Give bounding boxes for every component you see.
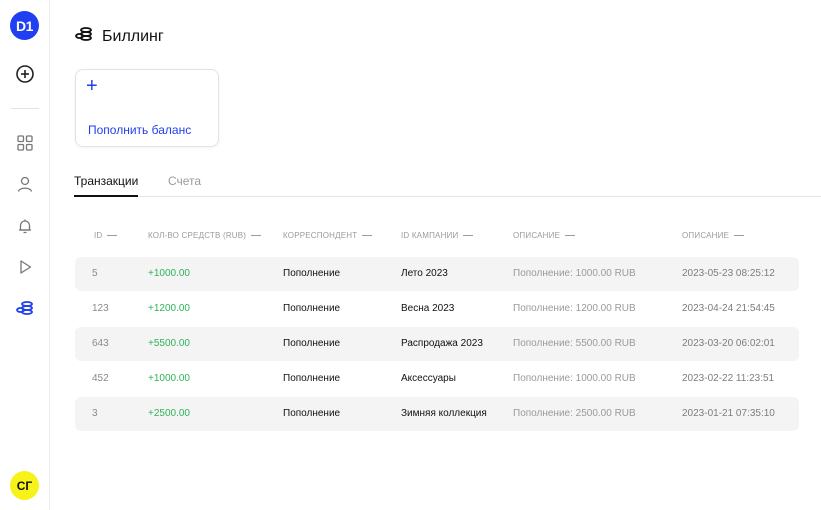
cell-amount: +5500.00 [148,338,190,349]
table-row[interactable]: 5 +1000.00 Пополнение Лето 2023 Пополнен… [75,257,799,291]
cell-description: Пополнение: 5500.00 RUB [513,338,636,349]
cell-correspondent: Пополнение [283,338,341,349]
cell-correspondent: Пополнение [283,268,341,279]
table-body: 5 +1000.00 Пополнение Лето 2023 Пополнен… [75,257,799,431]
topup-balance-link[interactable]: Пополнить баланс [88,123,191,137]
topup-balance-card[interactable]: + Пополнить баланс [75,69,219,147]
cell-description: Пополнение: 1000.00 RUB [513,268,636,279]
sort-dash-icon [251,235,262,236]
column-header-amount[interactable]: КОЛ-ВО СРЕДСТВ (RUB) [148,231,262,240]
tab-invoices[interactable]: Счета [168,174,201,196]
sidebar: D1 СГ [0,0,50,510]
column-header-correspondent[interactable]: КОРРЕСПОНДЕНТ [283,231,373,240]
cell-correspondent: Пополнение [283,408,341,419]
cell-campaign: Зимняя коллекция [401,408,487,419]
cell-correspondent: Пополнение [283,303,341,314]
sort-dash-icon [565,235,576,236]
cell-amount: +1200.00 [148,303,190,314]
cell-id: 5 [92,268,98,279]
column-header-id[interactable]: ID [94,231,118,240]
cell-date: 2023-01-21 07:35:10 [682,408,775,419]
tabs: Транзакции Счета [74,174,821,197]
table-header: ID КОЛ-ВО СРЕДСТВ (RUB) КОРРЕСПОНДЕНТ ID… [75,224,799,246]
table-row[interactable]: 452 +1000.00 Пополнение Аксессуары Попол… [75,362,799,396]
cell-amount: +1000.00 [148,373,190,384]
cell-date: 2023-05-23 08:25:12 [682,268,775,279]
page-title: Биллинг [102,27,164,45]
cell-id: 3 [92,408,98,419]
play-icon[interactable] [13,255,37,279]
app-logo[interactable]: D1 [10,11,39,40]
coins-icon [74,26,94,47]
sort-dash-icon [734,235,745,236]
sort-dash-icon [362,235,373,236]
table-row[interactable]: 123 +1200.00 Пополнение Весна 2023 Попол… [75,292,799,326]
cell-id: 452 [92,373,109,384]
plus-circle-icon[interactable] [13,62,37,86]
cell-campaign: Лето 2023 [401,268,448,279]
table-row[interactable]: 3 +2500.00 Пополнение Зимняя коллекция П… [75,397,799,431]
main-content: Биллинг + Пополнить баланс Транзакции Сч… [50,0,821,510]
cell-date: 2023-03-20 06:02:01 [682,338,775,349]
cell-date: 2023-02-22 11:23:51 [682,373,775,384]
cell-description: Пополнение: 2500.00 RUB [513,408,636,419]
table-row[interactable]: 643 +5500.00 Пополнение Распродажа 2023 … [75,327,799,361]
cell-campaign: Аксессуары [401,373,456,384]
sidebar-divider [11,108,39,109]
user-icon[interactable] [13,172,37,196]
tab-transactions[interactable]: Транзакции [74,174,139,197]
coins-icon[interactable] [13,296,37,320]
sort-dash-icon [463,235,474,236]
page-header: Биллинг [74,26,164,47]
grid-icon[interactable] [13,131,37,155]
transactions-table: ID КОЛ-ВО СРЕДСТВ (RUB) КОРРЕСПОНДЕНТ ID… [75,224,799,432]
user-avatar[interactable]: СГ [10,471,39,500]
cell-campaign: Распродажа 2023 [401,338,483,349]
cell-campaign: Весна 2023 [401,303,455,314]
column-header-date[interactable]: ОПИСАНИЕ [682,231,745,240]
cell-id: 643 [92,338,109,349]
bell-icon[interactable] [13,214,37,238]
sort-dash-icon [107,235,118,236]
cell-description: Пополнение: 1000.00 RUB [513,373,636,384]
cell-amount: +1000.00 [148,268,190,279]
cell-date: 2023-04-24 21:54:45 [682,303,775,314]
cell-amount: +2500.00 [148,408,190,419]
cell-id: 123 [92,303,109,314]
cell-description: Пополнение: 1200.00 RUB [513,303,636,314]
column-header-campaign-id[interactable]: ID КАМПАНИИ [401,231,474,240]
cell-correspondent: Пополнение [283,373,341,384]
column-header-description[interactable]: ОПИСАНИЕ [513,231,576,240]
plus-icon: + [86,75,98,97]
